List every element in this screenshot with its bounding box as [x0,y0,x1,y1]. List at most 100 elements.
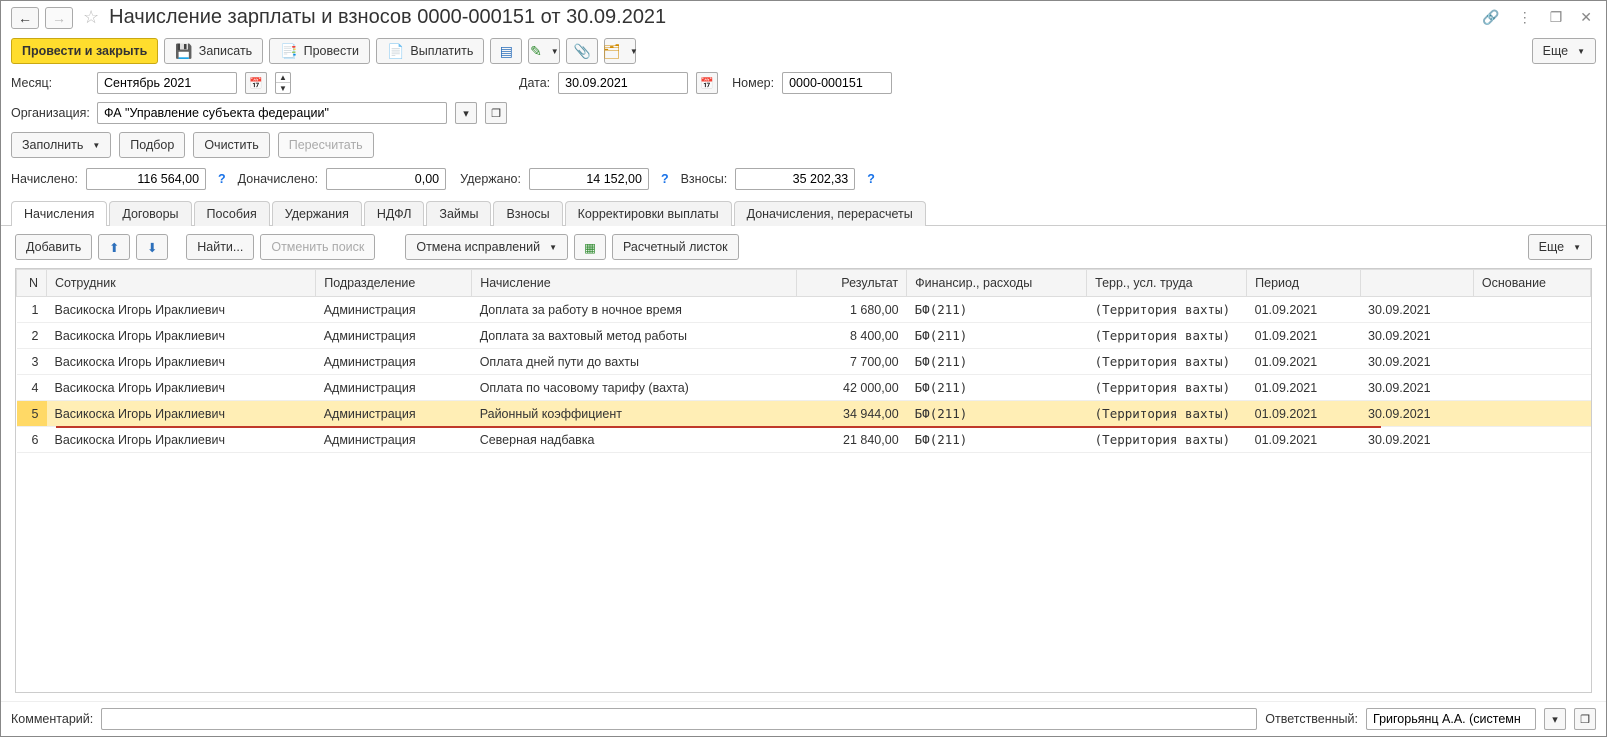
chevron-down-icon: ▼ [549,243,557,252]
table-row[interactable]: 5Васикоска Игорь ИраклиевичАдминистрация… [17,401,1591,427]
table-cell: 4 [17,375,47,401]
table-cell: 01.09.2021 [1247,401,1360,427]
table-cell: Администрация [316,323,472,349]
kebab-menu-icon[interactable]: ⋮ [1514,9,1536,26]
responsible-dropdown-button[interactable]: ▾ [1544,708,1566,730]
date-label: Дата: [519,76,550,90]
table-cell: (Территория вахты) [1087,323,1247,349]
month-stepper[interactable]: ▲▼ [275,72,291,94]
table-cell: 01.09.2021 [1247,427,1360,453]
window-restore-icon[interactable]: ❐ [1546,9,1567,26]
save-button[interactable]: 💾Записать [164,38,263,64]
col-header[interactable]: Финансир., расходы [907,270,1087,297]
tab-7[interactable]: Корректировки выплаты [565,201,732,226]
move-up-button[interactable]: ⬆ [98,234,130,260]
org-row: Организация: ▾ ❐ [1,98,1606,128]
col-header[interactable]: Период [1247,270,1360,297]
table-cell: БФ(211) [907,349,1087,375]
pay-button[interactable]: 📄Выплатить [376,38,484,64]
withheld-value[interactable] [529,168,649,190]
tab-1[interactable]: Договоры [109,201,191,226]
edit-button[interactable]: ✎▼ [528,38,560,64]
post-icon: 📑 [280,43,297,60]
responsible-open-button[interactable]: ❐ [1574,708,1596,730]
tab-4[interactable]: НДФЛ [364,201,425,226]
print-button[interactable]: ▤ [490,38,522,64]
contrib-help-icon[interactable]: ? [863,172,879,186]
table-row[interactable]: 2Васикоска Игорь ИраклиевичАдминистрация… [17,323,1591,349]
table-row[interactable]: 6Васикоска Игорь ИраклиевичАдминистрация… [17,427,1591,453]
table-cell: (Территория вахты) [1087,401,1247,427]
table-cell: Васикоска Игорь Ираклиевич [47,323,316,349]
month-down-icon[interactable]: ▼ [276,83,290,93]
month-calendar-button[interactable]: 📅 [245,72,267,94]
comment-field[interactable] [101,708,1257,730]
more-button[interactable]: Еще▼ [1532,38,1596,64]
table-cell [1473,401,1590,427]
number-field[interactable] [782,72,892,94]
attach-button[interactable]: 📎 [566,38,598,64]
table-row[interactable]: 3Васикоска Игорь ИраклиевичАдминистрация… [17,349,1591,375]
add-accrued-label: Доначислено: [238,172,318,186]
org-open-button[interactable]: ❐ [485,102,507,124]
col-header[interactable]: Терр., усл. труда [1087,270,1247,297]
tab-0[interactable]: Начисления [11,201,107,226]
table-cell: Васикоска Игорь Ираклиевич [47,427,316,453]
show-details-button[interactable]: ▦ [574,234,606,260]
col-header[interactable]: Основание [1473,270,1590,297]
col-header[interactable]: N [17,270,47,297]
col-header[interactable] [1360,270,1473,297]
org-dropdown-button[interactable]: ▾ [455,102,477,124]
table-cell: 01.09.2021 [1247,349,1360,375]
tab-3[interactable]: Удержания [272,201,362,226]
nav-forward-button[interactable]: → [45,7,73,29]
tab-6[interactable]: Взносы [493,201,562,226]
nav-back-button[interactable]: ← [11,7,39,29]
table-cell: 30.09.2021 [1360,323,1473,349]
contrib-value[interactable] [735,168,855,190]
highlight-underline [56,426,1381,428]
add-accrued-value[interactable] [326,168,446,190]
tab-5[interactable]: Займы [426,201,491,226]
cancel-corrections-button[interactable]: Отмена исправлений▼ [405,234,568,260]
fill-button[interactable]: Заполнить▼ [11,132,111,158]
payslip-button[interactable]: Расчетный листок [612,234,739,260]
col-header[interactable]: Подразделение [316,270,472,297]
org-field[interactable] [97,102,447,124]
post-button[interactable]: 📑Провести [269,38,370,64]
responsible-field[interactable] [1366,708,1536,730]
clear-button[interactable]: Очистить [193,132,269,158]
select-button[interactable]: Подбор [119,132,185,158]
chevron-down-icon: ▼ [630,47,638,56]
month-field[interactable] [97,72,237,94]
table-cell: Васикоска Игорь Ираклиевич [47,401,316,427]
print-icon: ▤ [500,43,513,60]
move-down-button[interactable]: ⬇ [136,234,168,260]
chevron-down-icon: ▼ [92,141,100,150]
create-based-button[interactable]: 🗂▼ [604,38,636,64]
post-and-close-button[interactable]: Провести и закрыть [11,38,158,64]
find-button[interactable]: Найти... [186,234,254,260]
tab-8[interactable]: Доначисления, перерасчеты [734,201,926,226]
window-close-icon[interactable]: ✕ [1576,9,1596,26]
accrued-value[interactable] [86,168,206,190]
table-more-button[interactable]: Еще▼ [1528,234,1592,260]
table-cell: 30.09.2021 [1360,427,1473,453]
arrow-down-icon: ⬇ [147,240,157,255]
add-row-button[interactable]: Добавить [15,234,92,260]
date-field[interactable] [558,72,688,94]
col-header[interactable]: Начисление [472,270,797,297]
accrued-help-icon[interactable]: ? [214,172,230,186]
date-calendar-button[interactable]: 📅 [696,72,718,94]
table-cell: 01.09.2021 [1247,323,1360,349]
tab-2[interactable]: Пособия [194,201,270,226]
table-row[interactable]: 1Васикоска Игорь ИраклиевичАдминистрация… [17,297,1591,323]
col-header[interactable]: Результат [797,270,907,297]
col-header[interactable]: Сотрудник [47,270,316,297]
link-icon[interactable]: 🔗 [1478,9,1503,26]
table-row[interactable]: 4Васикоска Игорь ИраклиевичАдминистрация… [17,375,1591,401]
table-cell: 6 [17,427,47,453]
favorite-star-icon[interactable]: ☆ [83,7,99,28]
withheld-help-icon[interactable]: ? [657,172,673,186]
month-up-icon[interactable]: ▲ [276,73,290,83]
